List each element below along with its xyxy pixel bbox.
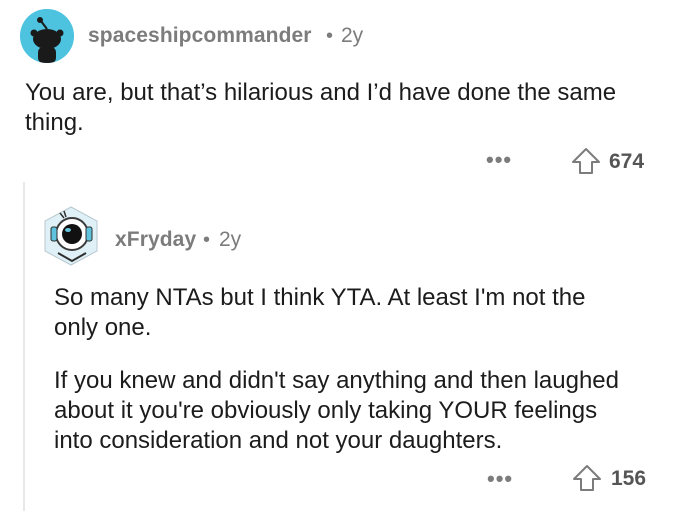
top-comment: spaceshipcommander • 2y You are, but tha… (0, 0, 700, 185)
reply-comment (0, 185, 700, 511)
comment-body-line: about it you're obviously only taking YO… (54, 397, 598, 424)
vote-score: 674 (609, 150, 645, 173)
comment-body-line: only one. (54, 314, 152, 341)
comment-body-line: If you knew and didn't say anything and … (54, 367, 619, 394)
comment-body-line: You are, but that’s hilarious and I’d ha… (25, 79, 617, 106)
comment-body-line: So many NTAs but I think YTA. At least I… (54, 284, 586, 311)
more-options-icon[interactable]: ••• (486, 147, 512, 173)
separator-dot: • (203, 229, 211, 251)
comment-body-line: thing. (25, 109, 84, 136)
snoo-avatar-icon[interactable] (20, 9, 74, 63)
comment-body-line: into consideration and not your daughter… (54, 427, 503, 454)
username[interactable]: xFryday (115, 228, 196, 252)
upvote-arrow-icon[interactable] (571, 147, 601, 180)
more-options-icon[interactable]: ••• (487, 466, 513, 492)
username[interactable]: spaceshipcommander (88, 24, 312, 48)
upvote-arrow-icon[interactable] (572, 464, 602, 497)
vote-score: 156 (611, 467, 647, 490)
comment-age: 2y (341, 24, 364, 47)
separator-dot: • (326, 25, 334, 47)
astronaut-avatar-icon[interactable] (42, 205, 100, 267)
comment-age: 2y (219, 228, 242, 251)
